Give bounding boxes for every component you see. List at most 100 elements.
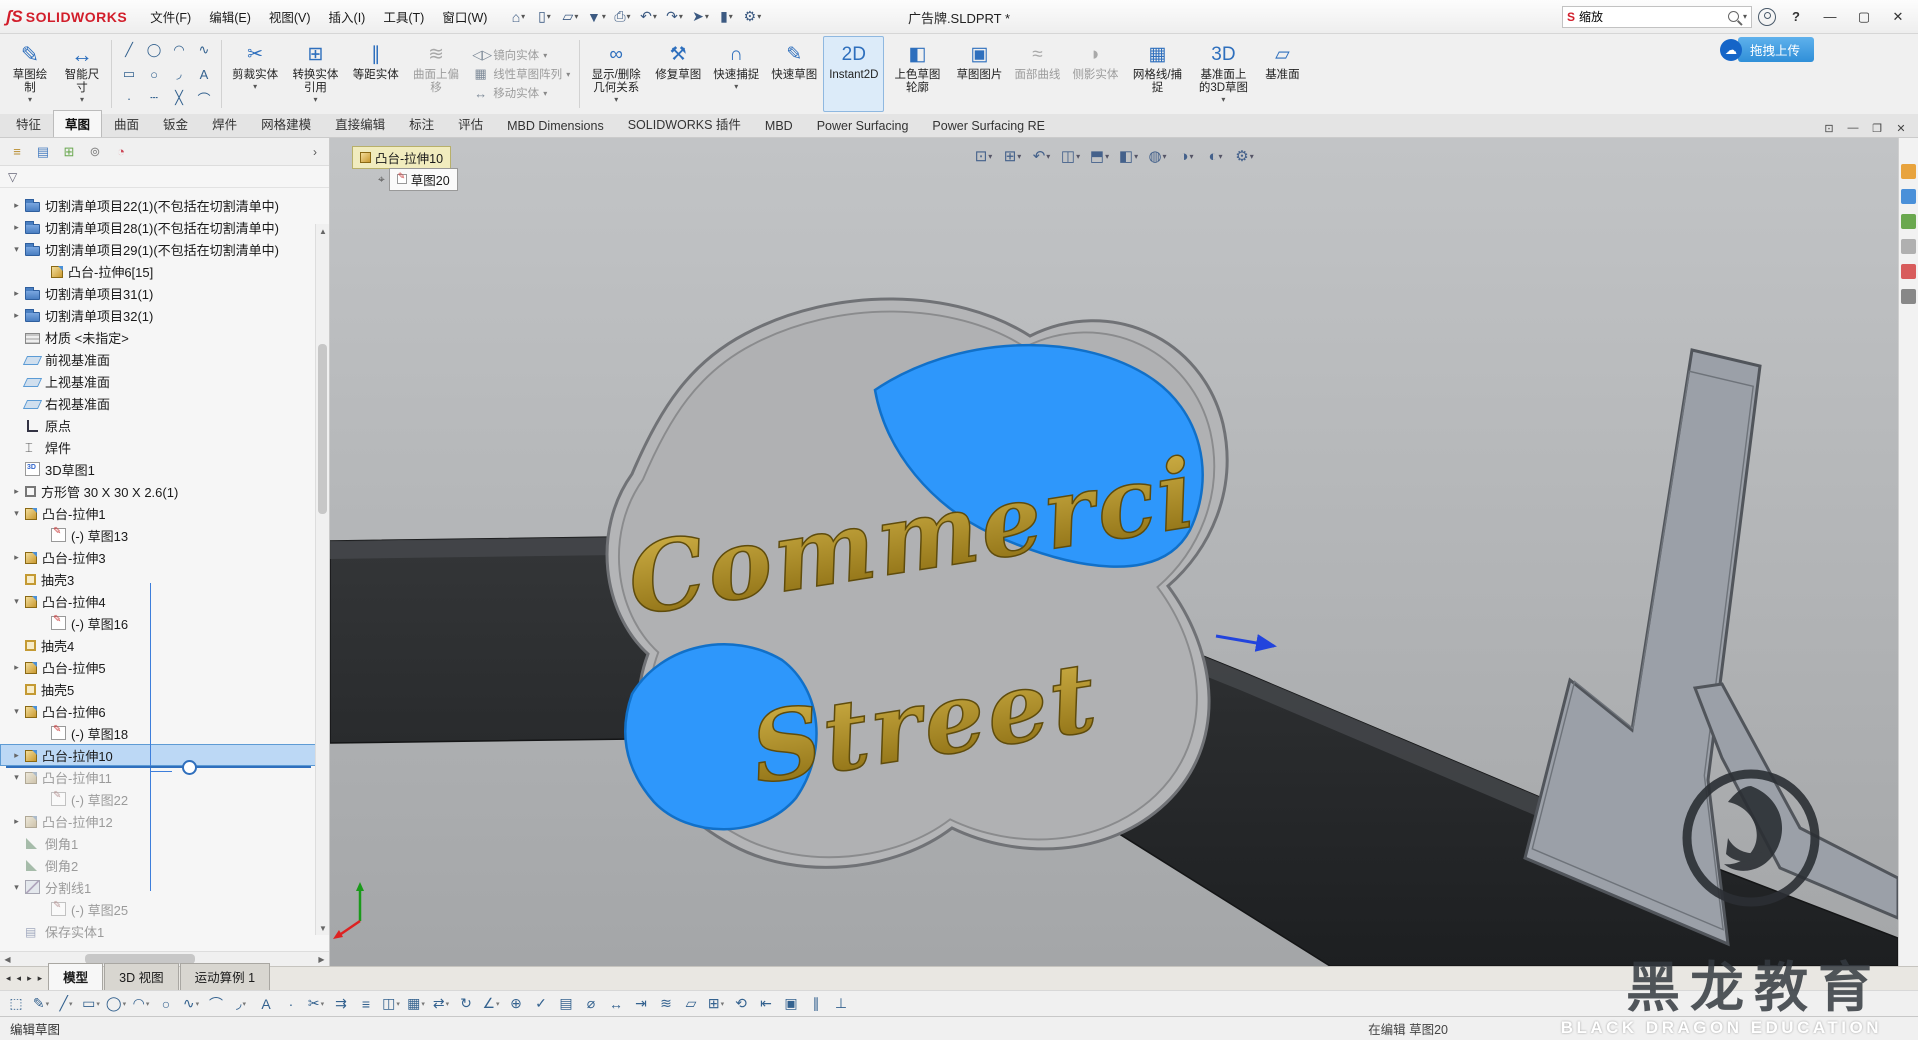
menu-item[interactable]: 视图(V) <box>260 3 320 30</box>
offset-icon[interactable]: ≡ ▾ <box>354 993 378 1015</box>
command-tab[interactable]: 曲面 <box>102 110 151 137</box>
tree-item[interactable]: 凸台-拉伸11 <box>0 766 329 788</box>
ribbon-row-button[interactable]: ↔ 移动实体 ▾ <box>468 84 574 102</box>
command-tab[interactable]: 钣金 <box>151 110 200 137</box>
tree-expand-arrow-icon[interactable] <box>10 310 23 321</box>
model-scene[interactable]: Commerci Street <box>330 138 1898 966</box>
display-manager-tab[interactable]: ◔ <box>110 142 132 162</box>
ribbon-button[interactable]: ✎ 快速草图 ▾ <box>765 36 823 112</box>
tree-item[interactable]: 凸台-拉伸12 <box>0 810 329 832</box>
wave-icon[interactable]: ≋ ▾ <box>654 993 678 1015</box>
centerline-icon[interactable]: ┄ <box>142 87 166 110</box>
tree-expand-arrow-icon[interactable] <box>10 200 23 211</box>
grid-icon[interactable]: ⊞ ▾ <box>704 993 728 1015</box>
text-icon[interactable]: A <box>192 63 216 86</box>
tree-item[interactable]: 抽壳3 <box>0 568 329 590</box>
ribbon-button[interactable]: ≈ 面部曲线 ▾ <box>1008 36 1066 112</box>
undo-icon[interactable]: ↶ ▾ <box>636 5 660 29</box>
dimension-icon[interactable]: ∠ ▾ <box>479 993 503 1015</box>
options-gear-icon[interactable]: ⚙ ▾ <box>740 5 764 29</box>
tree-item[interactable]: 凸台-拉伸6[15] <box>0 260 329 282</box>
redo-icon[interactable]: ↷ ▾ <box>662 5 686 29</box>
apply-scene-icon[interactable]: ◐ ▾ <box>1203 144 1229 168</box>
bottom-tab[interactable]: 运动算例 1 <box>180 963 270 990</box>
horizontal-icon[interactable]: ↔ ▾ <box>604 993 628 1015</box>
block-icon[interactable]: ▣ ▾ <box>779 993 803 1015</box>
edit-appearance-icon[interactable]: ◑ ▾ <box>1174 144 1200 168</box>
fillet-icon[interactable]: ◞ ▾ <box>229 993 253 1015</box>
drag-upload-button[interactable]: 拖拽上传 <box>1738 37 1814 62</box>
diameter-icon[interactable]: ⌀ ▾ <box>579 993 603 1015</box>
scrollbar-thumb[interactable] <box>318 344 327 514</box>
tree-item[interactable]: 倒角1 <box>0 832 329 854</box>
zoom-fit-icon[interactable]: ⊡ ▾ <box>971 144 997 168</box>
ribbon-button[interactable]: ◗ 侧影实体 ▾ <box>1066 36 1124 112</box>
command-tab[interactable]: MBD Dimensions <box>495 115 616 137</box>
ribbon-button[interactable]: ◧ 上色草图轮廓 ▾ <box>884 36 950 112</box>
perpendicular-icon[interactable]: ⊥ ▾ <box>829 993 853 1015</box>
sketch-icon[interactable]: ✎ ▾ <box>29 993 53 1015</box>
taskpane-appearances-icon[interactable] <box>1901 264 1916 279</box>
tree-expand-arrow-icon[interactable] <box>10 882 23 893</box>
menu-item[interactable]: 文件(F) <box>141 3 200 30</box>
property-manager-tab[interactable]: ▤ <box>32 142 54 162</box>
taskpane-design-library-icon[interactable] <box>1901 189 1916 204</box>
command-tab[interactable]: 直接编辑 <box>323 110 397 137</box>
convert-entities-icon[interactable]: ⇉ ▾ <box>329 993 353 1015</box>
ribbon-button[interactable]: ∞ 显示/删除几何关系 ▾ <box>583 36 649 112</box>
scroll-right-icon[interactable]: ▶ <box>314 955 329 964</box>
tree-expand-arrow-icon[interactable] <box>10 244 23 255</box>
pattern-icon[interactable]: ▦ ▾ <box>404 993 428 1015</box>
menu-item[interactable]: 插入(I) <box>320 3 375 30</box>
bottom-tab[interactable]: 3D 视图 <box>104 963 178 990</box>
polygon-icon[interactable]: ○ ▾ <box>154 993 178 1015</box>
menu-item[interactable]: 编辑(E) <box>200 3 260 30</box>
tree-expand-arrow-icon[interactable] <box>10 222 23 233</box>
line-icon[interactable]: ╱ <box>117 39 141 62</box>
tree-expand-arrow-icon[interactable] <box>10 552 23 563</box>
taskpane-resources-icon[interactable] <box>1901 164 1916 179</box>
tree-item[interactable]: 倒角2 <box>0 854 329 876</box>
rectangle-icon[interactable]: ▭ <box>117 63 141 86</box>
arrow-plate[interactable] <box>1525 350 1760 944</box>
taskpane-file-explorer-icon[interactable] <box>1901 214 1916 229</box>
tab-scroll-arrow-icon[interactable]: ▸ <box>25 973 34 984</box>
section-view-icon[interactable]: ◫ ▾ <box>1058 144 1084 168</box>
command-tab[interactable]: 网格建模 <box>249 110 323 137</box>
align-left-icon[interactable]: ⇤ ▾ <box>754 993 778 1015</box>
featuremanager-tree-tab[interactable]: ≡ <box>6 142 28 162</box>
tree-expand-arrow-icon[interactable] <box>10 288 23 299</box>
tree-item[interactable]: 前视基准面 <box>0 348 329 370</box>
trim-cross-icon[interactable]: ╳ <box>167 87 191 110</box>
rollback-bar[interactable] <box>6 766 311 768</box>
command-tab[interactable]: SOLIDWORKS 插件 <box>616 110 753 137</box>
tree-item[interactable]: (-) 草图16 <box>0 612 329 634</box>
command-tab[interactable]: MBD <box>753 115 805 137</box>
text-icon[interactable]: A ▾ <box>254 993 278 1015</box>
scroll-up-icon[interactable]: ▲ <box>316 224 329 238</box>
ribbon-button[interactable]: ▱ 基准面 ▾ <box>1256 36 1308 112</box>
command-tab[interactable]: Power Surfacing RE <box>920 115 1057 137</box>
zoom-area-icon[interactable]: ⊞ ▾ <box>1000 144 1026 168</box>
point-icon[interactable]: · ▾ <box>279 993 303 1015</box>
tree-item[interactable]: 凸台-拉伸5 <box>0 656 329 678</box>
tree-item[interactable]: 焊件 <box>0 436 329 458</box>
grid-system-icon[interactable]: ⬚ ▾ <box>4 993 28 1015</box>
hide-show-items-icon[interactable]: ◍ ▾ <box>1145 144 1171 168</box>
command-tab[interactable]: 焊件 <box>200 110 249 137</box>
tree-item[interactable]: (-) 草图25 <box>0 898 329 920</box>
tree-item[interactable]: 抽壳5 <box>0 678 329 700</box>
ribbon-button[interactable]: ▦ 网格线/捕捉 ▾ <box>1124 36 1190 112</box>
tree-item[interactable]: (-) 草图13 <box>0 524 329 546</box>
ribbon-button[interactable]: ∩ 快速捕捉 ▾ <box>707 36 765 112</box>
loop-icon[interactable]: ⟲ ▾ <box>729 993 753 1015</box>
command-tab[interactable]: 评估 <box>446 110 495 137</box>
rotate-icon[interactable]: ↻ ▾ <box>454 993 478 1015</box>
mirror-icon[interactable]: ◫ ▾ <box>379 993 403 1015</box>
search-caret-icon[interactable]: ▾ <box>1743 12 1747 21</box>
extrude-direction-arrow[interactable] <box>1216 636 1274 646</box>
tree-item[interactable]: (-) 草图22 <box>0 788 329 810</box>
ribbon-row-button[interactable]: ▦ 线性草图阵列 ▾ <box>468 65 574 83</box>
command-tab[interactable]: 标注 <box>397 110 446 137</box>
circle-icon[interactable]: ◯ ▾ <box>104 993 128 1015</box>
